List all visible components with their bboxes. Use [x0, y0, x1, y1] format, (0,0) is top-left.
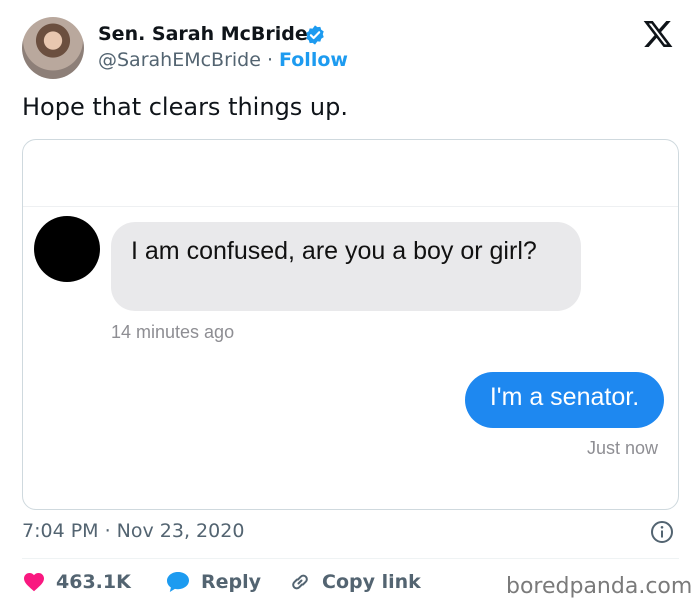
incoming-message-bubble: I am confused, are you a boy or girl? [111, 222, 581, 311]
outgoing-message-bubble: I'm a senator. [465, 372, 664, 428]
author-handle-row: @SarahEMcBride · Follow [98, 49, 348, 71]
verified-badge-icon [306, 25, 324, 45]
author-name[interactable]: Sen. Sarah McBride [98, 23, 308, 45]
reply-bubble-icon [167, 572, 189, 592]
x-logo-icon[interactable] [641, 18, 675, 50]
reply-button[interactable]: Reply [165, 570, 261, 594]
heart-icon [24, 573, 44, 592]
tweet-text: Hope that clears things up. [22, 93, 349, 121]
message-header-divider [23, 206, 678, 207]
like-button[interactable]: 463.1K [22, 570, 131, 594]
link-icon [292, 574, 308, 590]
copy-link-button[interactable]: Copy link [288, 570, 421, 594]
handle-separator: · [260, 49, 280, 71]
sender-avatar [34, 216, 100, 282]
tweet-timestamp[interactable]: 7:04 PM · Nov 23, 2020 [22, 520, 244, 542]
like-count: 463.1K [56, 571, 131, 593]
outgoing-message-time: Just now [586, 438, 658, 458]
tweet-media-screenshot[interactable]: I am confused, are you a boy or girl? 14… [22, 139, 679, 510]
footer-divider [22, 558, 679, 559]
incoming-message-time: 14 minutes ago [111, 322, 235, 342]
watermark: boredpanda.com [506, 574, 693, 599]
info-icon[interactable] [650, 520, 674, 544]
author-handle[interactable]: @SarahEMcBride [98, 49, 261, 71]
follow-button[interactable]: Follow [279, 49, 348, 71]
copy-link-label: Copy link [322, 571, 421, 593]
author-avatar[interactable] [22, 17, 84, 79]
reply-label: Reply [201, 571, 262, 593]
